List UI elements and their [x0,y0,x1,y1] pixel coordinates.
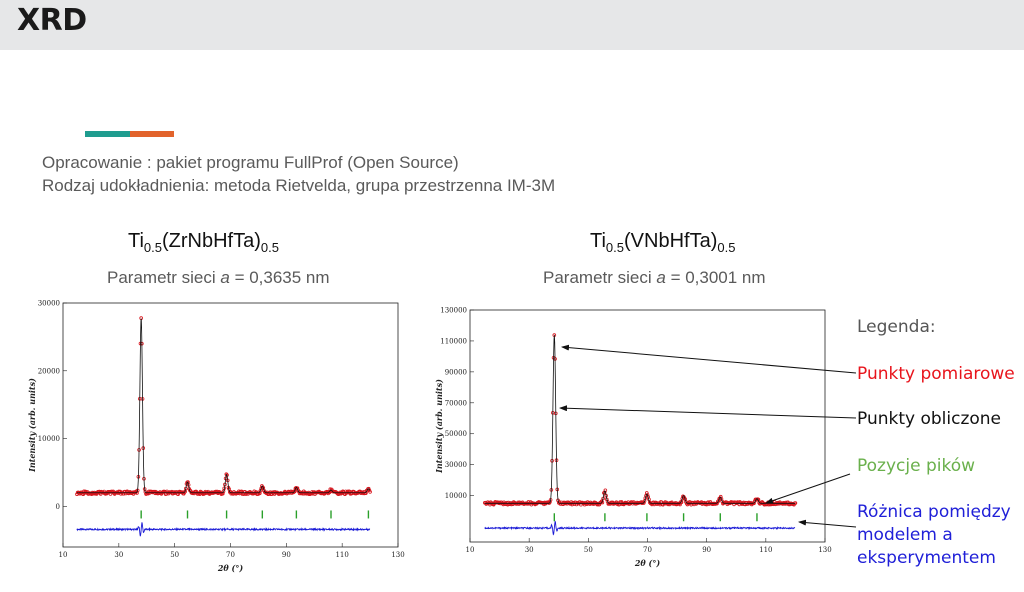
y-axis-label: Intensity (arb. units) [434,379,444,474]
formula-sample-1: Ti0.5(ZrNbHfTa)0.5 [128,230,279,255]
xrd-chart-2: 10 30 50 70 90 110 130 10000 30000 50000 70000 9000… [434,307,832,569]
x-tick-label: 70 [226,551,235,559]
legend-bragg: Pozycje pików [857,456,976,476]
formula-sample-2: Ti0.5(VNbHfTa)0.5 [590,230,736,255]
page-title: XRD [17,3,87,38]
legend-difference-line-2: modelem a [857,525,953,545]
legend-calculated: Punkty obliczone [857,409,1002,429]
y-tick-label: 10000 [38,435,60,443]
plot-frame [62,302,399,548]
legend-difference-line-1: Różnica pomiędzy [857,502,1011,522]
y-tick-label: 110000 [440,337,467,345]
x-tick-label: 30 [114,551,123,559]
x-tick-label: 110 [759,546,772,554]
y-tick-label: 130000 [440,307,467,315]
y-tick-label: 70000 [445,399,467,407]
x-tick-label: 130 [391,551,404,559]
x-tick-label: 10 [59,551,68,559]
y-axis-label: Intensity (arb. units) [27,378,37,473]
accent-bar-orange [130,131,174,137]
y-tick-label: 90000 [445,368,467,376]
plot-frame [469,309,826,543]
x-tick-label: 130 [818,546,831,554]
x-axis-label: 2θ (°) [634,558,660,568]
legend-difference-line-3: eksperymentem [857,548,996,568]
header-bar: XRD [0,0,1024,50]
x-tick-label: 50 [584,546,593,554]
x-tick-label: 110 [335,551,348,559]
x-axis-label: 2θ (°) [217,563,243,573]
x-tick-label: 30 [525,546,534,554]
x-tick-label: 90 [702,546,711,554]
description-line-1: Opracowanie : pakiet programu FullProf (… [42,153,459,172]
y-tick-label: 30000 [445,461,467,469]
y-tick-label: 20000 [38,367,60,375]
lattice-param-sample-2: Parametr sieci a = 0,3001 nm [543,268,766,287]
description-line-2: Rodzaj udokładnienia: metoda Rietvelda, … [42,176,556,195]
x-tick-label: 50 [170,551,179,559]
lattice-param-sample-1: Parametr sieci a = 0,3635 nm [107,268,330,287]
legend-measured: Punkty pomiarowe [857,364,1015,384]
x-tick-label: 90 [282,551,291,559]
legend-title: Legenda: [857,317,936,337]
y-tick-label: 10000 [445,492,467,500]
y-tick-label: 50000 [445,430,467,438]
accent-bar-teal [85,131,130,137]
xrd-chart-1: 10 30 50 70 90 110 130 0 10000 20000 30000 2θ (°) In… [27,300,405,574]
y-tick-label: 0 [56,503,60,511]
x-tick-label: 70 [643,546,652,554]
y-tick-label: 30000 [38,300,60,308]
x-tick-label: 10 [466,546,475,554]
